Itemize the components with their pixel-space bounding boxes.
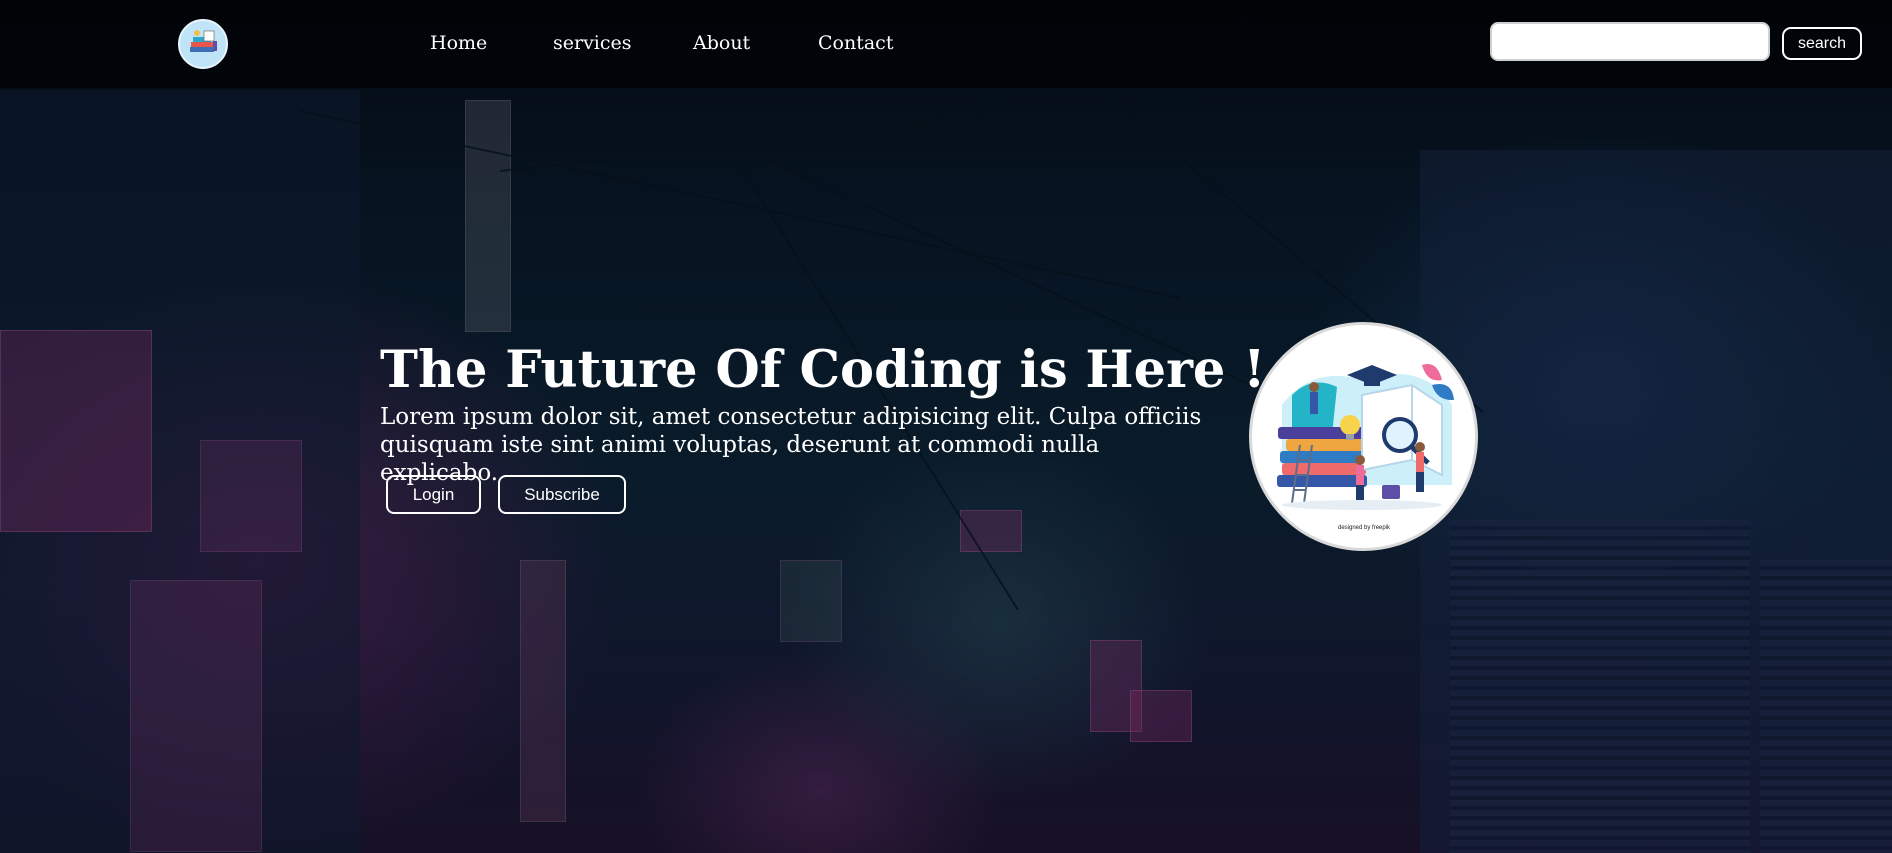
search-button[interactable]: search [1782, 27, 1862, 60]
education-illustration [1277, 364, 1454, 510]
login-button[interactable]: Login [386, 475, 481, 514]
illustration-credit: designed by freepik [1338, 525, 1391, 531]
nav-home[interactable]: Home [430, 34, 487, 53]
books-illustration-icon [190, 30, 217, 52]
hero-title: The Future Of Coding is Here ! [380, 340, 1266, 400]
search-input[interactable] [1490, 22, 1770, 61]
nav-contact[interactable]: Contact [818, 34, 893, 53]
subscribe-button[interactable]: Subscribe [498, 475, 626, 514]
nav-about[interactable]: About [693, 34, 750, 53]
navbar: Home services About Contact search [0, 0, 1892, 88]
hero-illustration: designed by freepik [1249, 322, 1478, 551]
nav-services[interactable]: services [553, 34, 632, 53]
logo[interactable] [178, 19, 228, 69]
